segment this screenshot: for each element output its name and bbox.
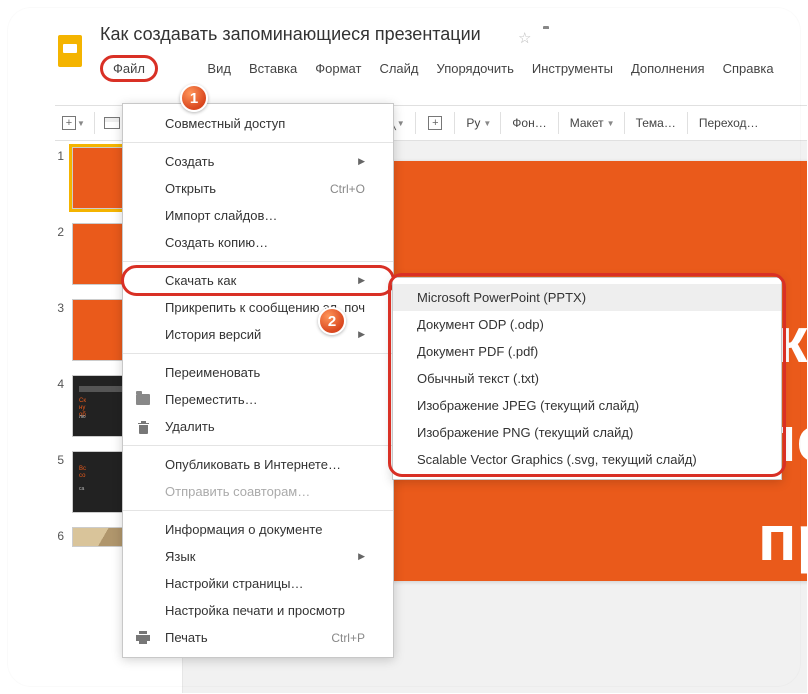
thumb-number: 5 [38, 451, 72, 467]
menu-attach-email[interactable]: Прикрепить к сообщению эл. поч [123, 294, 393, 321]
folder-move-icon [135, 392, 151, 408]
header: Как создавать запоминающиеся презентации… [38, 19, 807, 83]
menu-view[interactable]: Вид [198, 57, 240, 80]
submenu-svg[interactable]: Scalable Vector Graphics (.svg, текущий … [393, 446, 781, 473]
menu-tools[interactable]: Инструменты [523, 57, 622, 80]
thumb-number: 3 [38, 299, 72, 315]
menu-arrange[interactable]: Упорядочить [428, 57, 523, 80]
slides-logo-icon [58, 35, 82, 67]
menu-copy[interactable]: Создать копию… [123, 229, 393, 256]
content-area: Как создавать запоминающиеся презентации… [38, 19, 807, 693]
submenu-txt[interactable]: Обычный текст (.txt) [393, 365, 781, 392]
title-icons: ☆ [518, 29, 543, 47]
plus-icon: + [62, 116, 76, 130]
background-button[interactable]: Фон… [507, 110, 551, 136]
submenu-odp[interactable]: Документ ODP (.odp) [393, 311, 781, 338]
ru-button[interactable]: Ру▼ [461, 110, 494, 136]
theme-label: Тема… [634, 116, 678, 130]
app-frame: Как создавать запоминающиеся презентации… [0, 0, 808, 694]
menu-doc-info[interactable]: Информация о документе [123, 516, 393, 543]
background-label: Фон… [510, 116, 548, 130]
slide-icon [104, 117, 120, 129]
menu-new[interactable]: Создать▶ [123, 148, 393, 175]
thumb-number: 6 [38, 527, 72, 543]
menu-email-collaborators: Отправить соавторам… [123, 478, 393, 505]
trash-icon [135, 419, 151, 435]
menu-addons[interactable]: Дополнения [622, 57, 714, 80]
menu-move[interactable]: Переместить… [123, 386, 393, 413]
download-submenu: Microsoft PowerPoint (PPTX) Документ ODP… [392, 277, 782, 480]
menu-slide[interactable]: Слайд [370, 57, 427, 80]
submenu-pptx[interactable]: Microsoft PowerPoint (PPTX) [393, 284, 781, 311]
thumb-number: 2 [38, 223, 72, 239]
submenu-png[interactable]: Изображение PNG (текущий слайд) [393, 419, 781, 446]
callout-2: 2 [318, 307, 346, 335]
chevron-right-icon: ▶ [358, 275, 365, 286]
new-slide-button[interactable]: +▼ [59, 110, 88, 136]
chevron-right-icon: ▶ [358, 329, 365, 340]
transition-label: Переход… [697, 116, 761, 130]
menu-download-as[interactable]: Скачать как▶ [123, 267, 393, 294]
submenu-jpeg[interactable]: Изображение JPEG (текущий слайд) [393, 392, 781, 419]
menu-version-history[interactable]: История версий▶ [123, 321, 393, 348]
submenu-pdf[interactable]: Документ PDF (.pdf) [393, 338, 781, 365]
ru-label: Ру [464, 116, 482, 130]
menu-file[interactable]: Файл [100, 55, 158, 82]
layout-button[interactable]: Макет▼ [565, 110, 618, 136]
menu-language[interactable]: Язык▶ [123, 543, 393, 570]
fill-icon: + [428, 116, 442, 130]
star-icon[interactable]: ☆ [518, 29, 531, 47]
menu-print[interactable]: ПечатьCtrl+P [123, 624, 393, 651]
document-title[interactable]: Как создавать запоминающиеся презентации [100, 24, 481, 45]
menu-help[interactable]: Справка [714, 57, 783, 80]
menu-publish[interactable]: Опубликовать в Интернете… [123, 451, 393, 478]
menu-print-setup[interactable]: Настройка печати и просмотр [123, 597, 393, 624]
printer-icon [135, 630, 151, 646]
menu-share[interactable]: Совместный доступ [123, 110, 393, 137]
menu-import[interactable]: Импорт слайдов… [123, 202, 393, 229]
menu-open[interactable]: ОткрытьCtrl+O [123, 175, 393, 202]
theme-button[interactable]: Тема… [631, 110, 681, 136]
transition-button[interactable]: Переход… [694, 110, 764, 136]
fill-button[interactable]: + [422, 110, 448, 136]
menu-format[interactable]: Формат [306, 57, 370, 80]
app-logo[interactable] [58, 35, 90, 67]
layout-label: Макет [568, 116, 606, 130]
chevron-right-icon: ▶ [358, 156, 365, 167]
menu-page-setup[interactable]: Настройки страницы… [123, 570, 393, 597]
menu-rename[interactable]: Переименовать [123, 359, 393, 386]
callout-1: 1 [180, 84, 208, 112]
thumb-number: 1 [38, 147, 72, 163]
menubar: Файл Ста Вид Вставка Формат Слайд Упоряд… [100, 55, 783, 82]
menu-insert[interactable]: Вставка [240, 57, 306, 80]
chevron-right-icon: ▶ [358, 551, 365, 562]
menu-delete[interactable]: Удалить [123, 413, 393, 440]
file-menu: Совместный доступ Создать▶ ОткрытьCtrl+O… [122, 103, 394, 658]
thumb-number: 4 [38, 375, 72, 391]
